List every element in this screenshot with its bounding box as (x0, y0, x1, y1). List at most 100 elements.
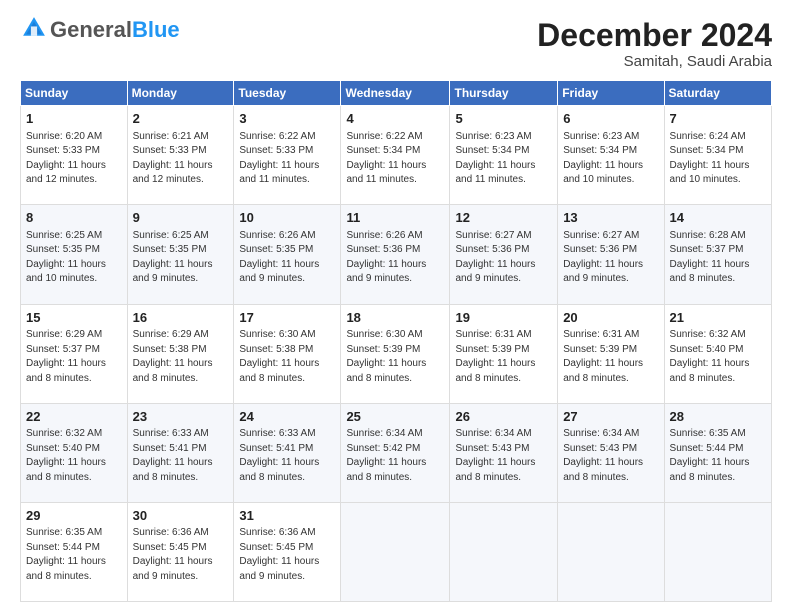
col-tuesday: Tuesday (234, 81, 341, 106)
location-title: Samitah, Saudi Arabia (537, 53, 772, 70)
table-row: 12Sunrise: 6:27 AMSunset: 5:36 PMDayligh… (450, 205, 558, 304)
day-info: Sunrise: 6:29 AMSunset: 5:38 PMDaylight:… (133, 329, 213, 384)
day-number: 11 (346, 209, 444, 227)
logo-icon (20, 14, 48, 42)
day-number: 8 (26, 209, 122, 227)
day-number: 12 (455, 209, 552, 227)
calendar-week-row: 22 Sunrise: 6:32 AMSunset: 5:40 PMDayligh… (21, 403, 772, 502)
day-number: 31 (239, 507, 335, 525)
logo-text: GeneralBlue (50, 19, 180, 41)
day-info: Sunrise: 6:36 AMSunset: 5:45 PMDaylight:… (239, 527, 319, 582)
table-row: 30 Sunrise: 6:36 AMSunset: 5:45 PMDayligh… (127, 502, 234, 601)
table-row: 9 Sunrise: 6:25 AMSunset: 5:35 PMDaylight… (127, 205, 234, 304)
day-number: 10 (239, 209, 335, 227)
table-row (450, 502, 558, 601)
table-row: 6 Sunrise: 6:23 AMSunset: 5:34 PMDaylight… (558, 106, 664, 205)
logo-general: General (50, 17, 132, 42)
day-number: 4 (346, 110, 444, 128)
day-info: Sunrise: 6:30 AMSunset: 5:38 PMDaylight:… (239, 329, 319, 384)
day-info: Sunrise: 6:23 AMSunset: 5:34 PMDaylight:… (455, 131, 535, 186)
day-info: Sunrise: 6:29 AMSunset: 5:37 PMDaylight:… (26, 329, 106, 384)
day-info: Sunrise: 6:27 AMSunset: 5:36 PMDaylight:… (563, 230, 643, 285)
calendar-week-row: 15 Sunrise: 6:29 AMSunset: 5:37 PMDayligh… (21, 304, 772, 403)
table-row: 16 Sunrise: 6:29 AMSunset: 5:38 PMDayligh… (127, 304, 234, 403)
day-number: 13 (563, 209, 658, 227)
day-info: Sunrise: 6:33 AMSunset: 5:41 PMDaylight:… (133, 428, 213, 483)
calendar-week-row: 8 Sunrise: 6:25 AMSunset: 5:35 PMDaylight… (21, 205, 772, 304)
table-row: 10 Sunrise: 6:26 AMSunset: 5:35 PMDayligh… (234, 205, 341, 304)
table-row: 20Sunrise: 6:31 AMSunset: 5:39 PMDayligh… (558, 304, 664, 403)
day-info: Sunrise: 6:35 AMSunset: 5:44 PMDaylight:… (26, 527, 106, 582)
day-number: 26 (455, 408, 552, 426)
day-number: 28 (670, 408, 766, 426)
table-row: 22 Sunrise: 6:32 AMSunset: 5:40 PMDayligh… (21, 403, 128, 502)
day-number: 23 (133, 408, 229, 426)
table-row (664, 502, 771, 601)
day-info: Sunrise: 6:21 AMSunset: 5:33 PMDaylight:… (133, 131, 213, 186)
table-row: 4 Sunrise: 6:22 AMSunset: 5:34 PMDaylight… (341, 106, 450, 205)
day-number: 3 (239, 110, 335, 128)
table-row (341, 502, 450, 601)
day-info: Sunrise: 6:26 AMSunset: 5:35 PMDaylight:… (239, 230, 319, 285)
col-wednesday: Wednesday (341, 81, 450, 106)
page: GeneralBlue December 2024 Samitah, Saudi… (0, 0, 792, 612)
day-info: Sunrise: 6:33 AMSunset: 5:41 PMDaylight:… (239, 428, 319, 483)
day-number: 9 (133, 209, 229, 227)
day-number: 24 (239, 408, 335, 426)
logo-blue: Blue (132, 17, 180, 42)
table-row: 17 Sunrise: 6:30 AMSunset: 5:38 PMDayligh… (234, 304, 341, 403)
day-number: 14 (670, 209, 766, 227)
day-info: Sunrise: 6:34 AMSunset: 5:42 PMDaylight:… (346, 428, 426, 483)
table-row: 21 Sunrise: 6:32 AMSunset: 5:40 PMDayligh… (664, 304, 771, 403)
day-number: 29 (26, 507, 122, 525)
day-info: Sunrise: 6:20 AMSunset: 5:33 PMDaylight:… (26, 131, 106, 186)
day-number: 30 (133, 507, 229, 525)
table-row: 27Sunrise: 6:34 AMSunset: 5:43 PMDayligh… (558, 403, 664, 502)
day-info: Sunrise: 6:32 AMSunset: 5:40 PMDaylight:… (26, 428, 106, 483)
day-number: 6 (563, 110, 658, 128)
day-info: Sunrise: 6:22 AMSunset: 5:33 PMDaylight:… (239, 131, 319, 186)
calendar-week-row: 1Sunrise: 6:20 AMSunset: 5:33 PMDaylight… (21, 106, 772, 205)
day-info: Sunrise: 6:24 AMSunset: 5:34 PMDaylight:… (670, 131, 750, 186)
calendar-week-row: 29 Sunrise: 6:35 AMSunset: 5:44 PMDayligh… (21, 502, 772, 601)
day-info: Sunrise: 6:26 AMSunset: 5:36 PMDaylight:… (346, 230, 426, 285)
table-row (558, 502, 664, 601)
day-info: Sunrise: 6:34 AMSunset: 5:43 PMDaylight:… (563, 428, 643, 483)
day-number: 21 (670, 309, 766, 327)
title-block: December 2024 Samitah, Saudi Arabia (537, 18, 772, 70)
day-info: Sunrise: 6:30 AMSunset: 5:39 PMDaylight:… (346, 329, 426, 384)
table-row: 7 Sunrise: 6:24 AMSunset: 5:34 PMDaylight… (664, 106, 771, 205)
day-info: Sunrise: 6:35 AMSunset: 5:44 PMDaylight:… (670, 428, 750, 483)
day-number: 25 (346, 408, 444, 426)
table-row: 26Sunrise: 6:34 AMSunset: 5:43 PMDayligh… (450, 403, 558, 502)
day-number: 16 (133, 309, 229, 327)
table-row: 14 Sunrise: 6:28 AMSunset: 5:37 PMDayligh… (664, 205, 771, 304)
month-title: December 2024 (537, 18, 772, 53)
day-number: 19 (455, 309, 552, 327)
day-info: Sunrise: 6:32 AMSunset: 5:40 PMDaylight:… (670, 329, 750, 384)
table-row: 13 Sunrise: 6:27 AMSunset: 5:36 PMDayligh… (558, 205, 664, 304)
day-info: Sunrise: 6:25 AMSunset: 5:35 PMDaylight:… (133, 230, 213, 285)
day-number: 17 (239, 309, 335, 327)
table-row: 24 Sunrise: 6:33 AMSunset: 5:41 PMDayligh… (234, 403, 341, 502)
day-number: 15 (26, 309, 122, 327)
calendar-header-row: Sunday Monday Tuesday Wednesday Thursday… (21, 81, 772, 106)
col-thursday: Thursday (450, 81, 558, 106)
day-info: Sunrise: 6:25 AMSunset: 5:35 PMDaylight:… (26, 230, 106, 285)
table-row: 18Sunrise: 6:30 AMSunset: 5:39 PMDayligh… (341, 304, 450, 403)
day-info: Sunrise: 6:22 AMSunset: 5:34 PMDaylight:… (346, 131, 426, 186)
day-info: Sunrise: 6:31 AMSunset: 5:39 PMDaylight:… (563, 329, 643, 384)
col-friday: Friday (558, 81, 664, 106)
table-row: 8 Sunrise: 6:25 AMSunset: 5:35 PMDaylight… (21, 205, 128, 304)
table-row: 5Sunrise: 6:23 AMSunset: 5:34 PMDaylight… (450, 106, 558, 205)
day-info: Sunrise: 6:36 AMSunset: 5:45 PMDaylight:… (133, 527, 213, 582)
day-info: Sunrise: 6:23 AMSunset: 5:34 PMDaylight:… (563, 131, 643, 186)
day-number: 7 (670, 110, 766, 128)
col-sunday: Sunday (21, 81, 128, 106)
table-row: 3 Sunrise: 6:22 AMSunset: 5:33 PMDaylight… (234, 106, 341, 205)
header: GeneralBlue December 2024 Samitah, Saudi… (20, 18, 772, 70)
day-info: Sunrise: 6:28 AMSunset: 5:37 PMDaylight:… (670, 230, 750, 285)
table-row: 29 Sunrise: 6:35 AMSunset: 5:44 PMDayligh… (21, 502, 128, 601)
day-number: 22 (26, 408, 122, 426)
calendar: Sunday Monday Tuesday Wednesday Thursday… (20, 80, 772, 602)
